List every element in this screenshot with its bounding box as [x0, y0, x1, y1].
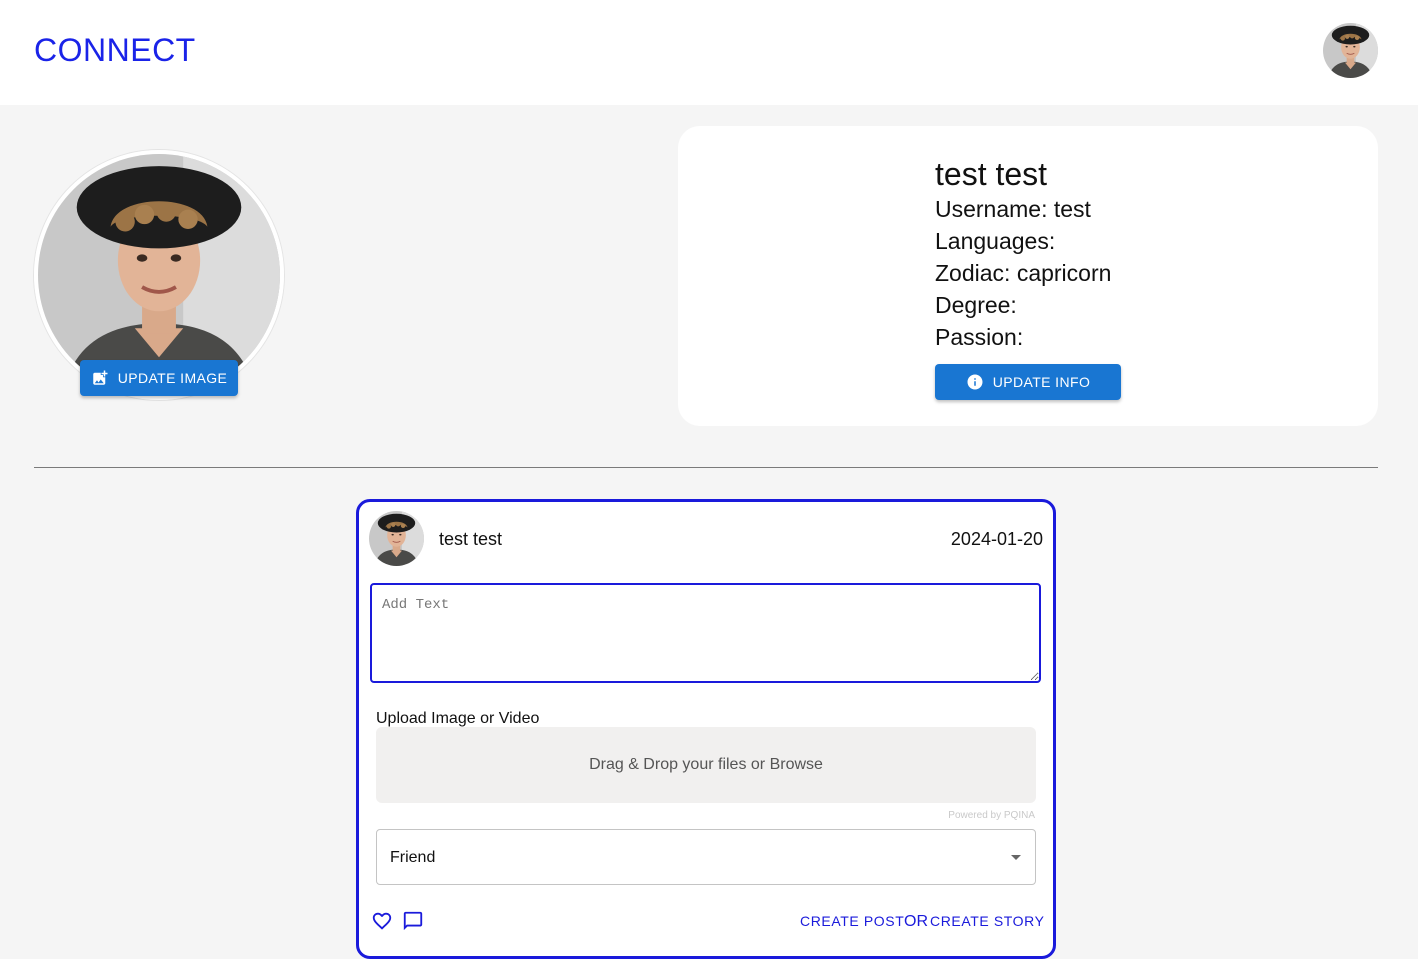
top-bar: CONNECT: [0, 0, 1418, 105]
audience-select[interactable]: Friend: [376, 829, 1036, 885]
add-photo-icon: [91, 369, 109, 387]
passion-line: Passion:: [935, 324, 1024, 350]
profile-info-card: test test Username: test Languages: Zodi…: [678, 126, 1378, 426]
upload-label: Upload Image or Video: [376, 710, 540, 727]
dropzone-text: Drag & Drop your files or Browse: [589, 756, 823, 773]
composer-avatar-image: [369, 511, 424, 566]
update-image-label: UPDATE IMAGE: [117, 370, 228, 386]
file-dropzone[interactable]: Drag & Drop your files or Browse: [376, 727, 1036, 803]
or-separator: OR: [904, 913, 928, 930]
info-icon: [966, 373, 984, 391]
comment-icon[interactable]: [402, 910, 424, 932]
caret-down-icon: [1011, 855, 1021, 860]
brand-logo[interactable]: CONNECT: [34, 32, 196, 69]
username-line: Username: test: [935, 196, 1091, 222]
heart-outline-icon[interactable]: [371, 910, 393, 932]
update-info-button[interactable]: UPDATE INFO: [935, 364, 1121, 400]
post-text-input[interactable]: [370, 583, 1041, 683]
audience-select-value: Friend: [390, 849, 436, 866]
powered-by-link[interactable]: Powered by PQINA: [948, 810, 1035, 821]
post-composer: test test 2024-01-20 Upload Image or Vid…: [356, 499, 1056, 959]
create-story-button[interactable]: CREATE STORY: [930, 913, 1045, 929]
update-image-button[interactable]: UPDATE IMAGE: [80, 360, 238, 396]
create-post-button[interactable]: CREATE POST: [800, 913, 904, 929]
update-info-label: UPDATE INFO: [992, 374, 1091, 390]
composer-user-name: test test: [439, 529, 503, 549]
languages-line: Languages:: [935, 228, 1056, 254]
profile-full-name: test test: [935, 156, 1048, 192]
composer-avatar: [369, 511, 424, 566]
zodiac-line: Zodiac: capricorn: [935, 260, 1112, 286]
section-divider: [34, 467, 1378, 468]
composer-date: 2024-01-20: [950, 529, 1043, 549]
degree-line: Degree:: [935, 292, 1017, 318]
avatar-image: [1323, 23, 1378, 78]
account-avatar[interactable]: [1323, 23, 1378, 78]
